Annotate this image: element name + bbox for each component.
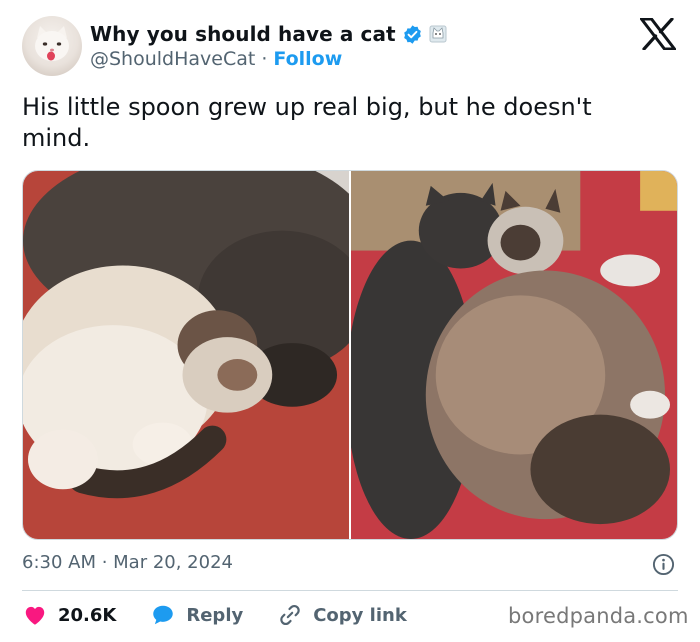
author-name-row: Why you should have a cat [90,22,447,46]
link-icon [280,604,300,626]
info-icon[interactable] [652,553,675,576]
like-button[interactable]: 20.6K [22,602,116,628]
tweet-card: Why you should have a cat @ShouldHaveCat… [0,0,700,642]
author-handle-row: @ShouldHaveCat · Follow [90,48,342,70]
photo-left[interactable] [23,171,349,539]
heart-icon [25,606,45,625]
avatar[interactable] [22,16,82,76]
copy-link-button[interactable]: Copy link [277,602,407,628]
tweet-text: His little spoon grew up real big, but h… [22,93,592,152]
photo-right[interactable] [351,171,677,539]
like-count: 20.6K [58,604,117,626]
reply-label: Reply [186,604,244,626]
copy-link-label: Copy link [313,604,407,626]
cat-badge-icon [429,25,447,43]
cats-cuddling-photo-left [23,171,349,539]
author-display-name[interactable]: Why you should have a cat [90,22,396,46]
author-handle[interactable]: @ShouldHaveCat [90,48,255,70]
divider [22,590,678,591]
watermark: boredpanda.com [508,604,689,628]
tweet-media[interactable] [22,170,678,540]
separator-dot: · [261,48,268,70]
speech-bubble-icon [153,605,174,625]
cat-avatar-image [35,26,69,61]
action-bar: 20.6K Reply Copy link [22,602,441,628]
follow-button[interactable]: Follow [273,48,342,70]
cats-cuddling-photo-right [351,171,677,539]
reply-button[interactable]: Reply [150,602,243,628]
tweet-timestamp[interactable]: 6:30 AM · Mar 20, 2024 [22,552,233,573]
verified-badge-icon [403,24,421,44]
x-logo-icon[interactable] [640,18,676,50]
